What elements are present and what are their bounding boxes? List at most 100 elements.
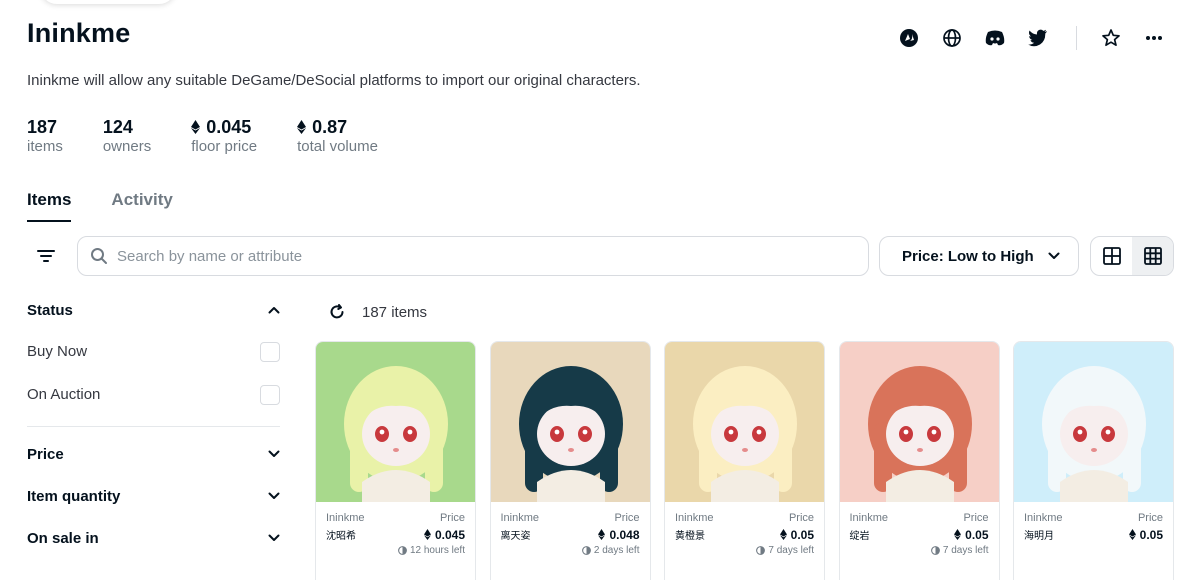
stat-label: floor price	[191, 138, 258, 155]
stat-value: 124	[102, 116, 133, 137]
on-auction-checkbox[interactable]	[260, 384, 280, 405]
stat-value: 187	[27, 116, 58, 137]
character-illustration	[1042, 366, 1146, 502]
nft-card[interactable]: Ininkme Price 沈昭希 0.045 12 hours left	[315, 341, 476, 580]
collection-title: Ininkme	[27, 18, 131, 48]
nft-image	[316, 342, 475, 502]
option-label: On Auction	[27, 386, 101, 403]
refresh-icon	[330, 304, 344, 319]
tab-items[interactable]: Items	[27, 190, 72, 222]
status-option-on-auction[interactable]: On Auction	[27, 373, 280, 416]
card-collection: Ininkme	[675, 512, 714, 524]
eth-icon	[191, 120, 201, 134]
clock-icon	[756, 546, 766, 555]
card-collection: Ininkme	[849, 512, 889, 524]
social-links	[878, 26, 1166, 50]
section-title: Item quantity	[27, 487, 121, 505]
stat-value: 0.045	[191, 117, 257, 137]
card-time-left: 12 hours left	[326, 545, 465, 556]
eth-icon	[598, 529, 606, 540]
stat-label: total volume	[297, 138, 378, 155]
character-illustration	[693, 366, 797, 502]
nft-image	[839, 342, 999, 502]
card-collection: Ininkme	[500, 512, 540, 524]
nft-grid: Ininkme Price 沈昭希 0.045 12 hours left Ininkme…	[315, 341, 1188, 580]
stat-owners: 124 owners	[102, 116, 152, 156]
nft-card[interactable]: Ininkme Price 离天姿 0.048 2 days left	[489, 341, 651, 580]
tab-bar: Items Activity	[27, 190, 213, 222]
stat-items: 187 items	[27, 116, 63, 156]
globe-icon[interactable]	[940, 26, 964, 50]
nft-image	[490, 342, 650, 502]
nft-card[interactable]: Ininkme Price 绽岩 0.05 7 days left	[838, 341, 1000, 580]
discord-icon[interactable]	[983, 26, 1007, 50]
sort-dropdown[interactable]: Price: Low to High	[879, 236, 1079, 276]
card-price-label: Price	[963, 512, 989, 524]
character-illustration	[518, 366, 623, 502]
collection-stats: 187 items 124 owners 0.045 floor price 0…	[27, 116, 418, 156]
section-title: Status	[27, 301, 73, 319]
chevron-up-icon	[268, 307, 280, 314]
sidebar-divider	[27, 426, 280, 427]
card-name: 绽岩	[849, 531, 870, 542]
results-bar: 187 items	[327, 302, 427, 322]
small-grid-view-button[interactable]	[1132, 237, 1173, 275]
card-price-label: Price	[614, 512, 640, 524]
card-time-left: 7 days left	[850, 545, 989, 556]
star-icon[interactable]	[1099, 26, 1123, 50]
card-time-left: 7 days left	[675, 545, 814, 556]
price-section-header[interactable]: Price	[27, 433, 280, 475]
large-grid-icon	[1102, 247, 1121, 265]
eth-icon	[954, 529, 962, 540]
card-price-label: Price	[1137, 512, 1163, 524]
status-option-buy-now[interactable]: Buy Now	[27, 330, 280, 373]
refresh-button[interactable]	[327, 302, 347, 322]
chevron-down-icon	[1048, 252, 1060, 259]
card-collection: Ininkme	[326, 512, 365, 524]
card-time-left: 2 days left	[501, 545, 640, 556]
card-price: 0.05	[1128, 528, 1163, 542]
stat-total-volume: 0.87 total volume	[297, 117, 378, 155]
chevron-down-icon	[268, 450, 280, 457]
view-toggle	[1090, 236, 1174, 276]
twitter-icon[interactable]	[1026, 26, 1050, 50]
status-section-header[interactable]: Status	[27, 290, 280, 330]
section-title: On sale in	[27, 529, 99, 547]
nft-card[interactable]: Ininkme Price 海明月 0.05	[1013, 341, 1174, 580]
card-name: 沈昭希	[326, 531, 356, 542]
card-price: 0.045	[423, 528, 465, 542]
nft-image	[1014, 342, 1173, 502]
tab-activity[interactable]: Activity	[111, 190, 172, 222]
more-icon[interactable]	[1142, 26, 1166, 50]
clock-icon	[930, 546, 940, 555]
opensea-like-icon[interactable]	[897, 26, 921, 50]
nft-image	[665, 342, 824, 502]
eth-icon	[1128, 529, 1136, 540]
card-collection: Ininkme	[1024, 512, 1063, 524]
character-illustration	[344, 366, 448, 502]
card-name: 离天姿	[500, 531, 531, 542]
eth-icon	[423, 529, 431, 540]
results-count: 187 items	[362, 303, 428, 321]
sort-label: Price: Low to High	[902, 247, 1034, 265]
card-price: 0.05	[954, 528, 989, 542]
item-quantity-section-header[interactable]: Item quantity	[27, 475, 280, 517]
section-title: Price	[27, 445, 64, 463]
search-input[interactable]	[117, 247, 817, 265]
stat-label: owners	[102, 138, 152, 155]
buy-now-checkbox[interactable]	[260, 341, 280, 362]
nft-card[interactable]: Ininkme Price 黄橙景 0.05 7 days left	[664, 341, 825, 580]
card-name: 海明月	[1024, 531, 1054, 542]
option-label: Buy Now	[27, 343, 88, 360]
filter-sidebar: Status Buy Now On Auction Price Item qua…	[27, 290, 280, 559]
card-price: 0.048	[598, 528, 640, 542]
character-illustration	[867, 366, 972, 502]
card-price-label: Price	[788, 512, 814, 524]
clock-icon	[398, 546, 407, 555]
filter-toggle-button[interactable]	[28, 242, 64, 270]
on-sale-in-section-header[interactable]: On sale in	[27, 517, 280, 559]
large-grid-view-button[interactable]	[1091, 237, 1132, 275]
stat-label: items	[27, 138, 63, 155]
stat-value: 0.87	[297, 117, 378, 137]
social-divider	[1076, 26, 1077, 50]
